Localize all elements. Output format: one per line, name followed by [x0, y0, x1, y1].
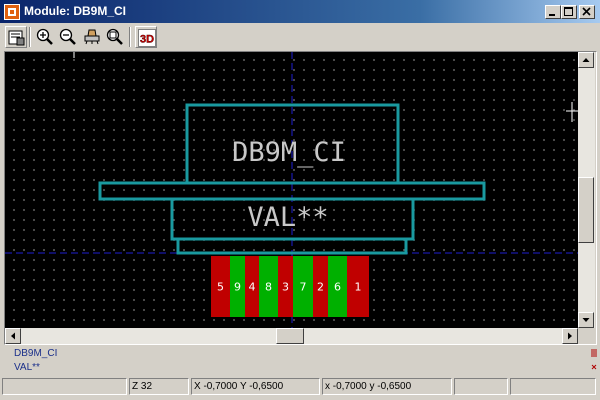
- status-panel-units: [454, 378, 508, 395]
- title-bar[interactable]: Module: DB9M_CI: [0, 0, 600, 23]
- scroll-corner: [578, 328, 595, 344]
- layer-marker-icon: [591, 349, 597, 370]
- 3d-button-label: 3D: [140, 34, 154, 46]
- toolbar: 3D: [0, 24, 600, 50]
- module-options-button[interactable]: [5, 26, 27, 48]
- zoom-auto-icon: [106, 28, 123, 45]
- footprint-drawing: DB9M_CI VAL** 59483726 1: [5, 52, 578, 328]
- reference-text[interactable]: DB9M_CI: [232, 137, 346, 168]
- status-panel-message: [2, 378, 127, 395]
- pad-number-label: 2: [317, 281, 324, 294]
- zoom-out-icon: [59, 28, 76, 45]
- module-options-icon: [8, 30, 25, 46]
- horizontal-scrollbar[interactable]: [5, 328, 578, 344]
- redraw-icon: [84, 29, 100, 45]
- zoom-out-button[interactable]: [57, 26, 79, 48]
- zoom-in-icon: [36, 28, 53, 45]
- zoom-auto-button[interactable]: [104, 26, 126, 48]
- redraw-button[interactable]: [81, 26, 103, 48]
- toolbar-separator: [129, 27, 131, 47]
- pad-number-label: 3: [282, 281, 289, 294]
- minimize-button[interactable]: [545, 5, 561, 19]
- toolbar-separator: [29, 27, 31, 47]
- vertical-scrollbar[interactable]: [578, 52, 595, 328]
- scroll-down-button[interactable]: [578, 312, 594, 328]
- info-reference: DB9M_CI: [14, 348, 58, 359]
- info-value: VAL**: [14, 362, 40, 373]
- value-text[interactable]: VAL**: [247, 202, 328, 233]
- arrow-up-icon: [582, 58, 590, 62]
- pad-number-label: 7: [300, 281, 307, 294]
- scroll-right-button[interactable]: [562, 328, 578, 344]
- status-bar: Z 32 X -0,7000 Y -0,6500 x -0,7000 y -0,…: [0, 377, 600, 397]
- pads-group: 59483726 1: [211, 256, 369, 317]
- pad-number-label: 6: [334, 281, 341, 294]
- pad-number-label: 9: [234, 281, 241, 294]
- maximize-icon: [564, 7, 573, 16]
- 3d-view-button[interactable]: 3D: [135, 26, 157, 48]
- crosshair-cursor: [566, 102, 578, 122]
- window-title: Module: DB9M_CI: [24, 4, 126, 18]
- status-zoom: Z 32: [129, 378, 189, 395]
- minimize-icon: [549, 14, 555, 16]
- pad-number-label: 1: [355, 281, 362, 294]
- status-absolute-coords: X -0,7000 Y -0,6500: [191, 378, 320, 395]
- maximize-button[interactable]: [561, 5, 577, 19]
- arrow-right-icon: [568, 332, 572, 340]
- pad-number-label: 5: [217, 281, 224, 294]
- pad-number-label: 8: [265, 281, 272, 294]
- vertical-scroll-thumb[interactable]: [578, 177, 594, 243]
- module-editor-window: Module: DB9M_CI 3D DB9M_CI VAL** 5 9 4 8…: [0, 0, 600, 400]
- arrow-down-icon: [582, 318, 590, 322]
- status-relative-coords: x -0,7000 y -0,6500: [322, 378, 452, 395]
- scroll-up-button[interactable]: [578, 52, 594, 68]
- 3d-display-icon: 3D: [138, 29, 156, 47]
- info-panel: DB9M_CI VAL**: [0, 346, 600, 376]
- close-icon: [582, 7, 591, 16]
- close-button[interactable]: [579, 5, 595, 19]
- zoom-in-button[interactable]: [34, 26, 56, 48]
- app-icon: [4, 4, 20, 20]
- footprint-canvas[interactable]: DB9M_CI VAL** 59483726 1: [5, 52, 578, 328]
- status-panel-extra: [510, 378, 596, 395]
- horizontal-scroll-thumb[interactable]: [276, 328, 304, 344]
- scroll-left-button[interactable]: [5, 328, 21, 344]
- pad-number-label: 4: [249, 281, 256, 294]
- arrow-left-icon: [11, 332, 15, 340]
